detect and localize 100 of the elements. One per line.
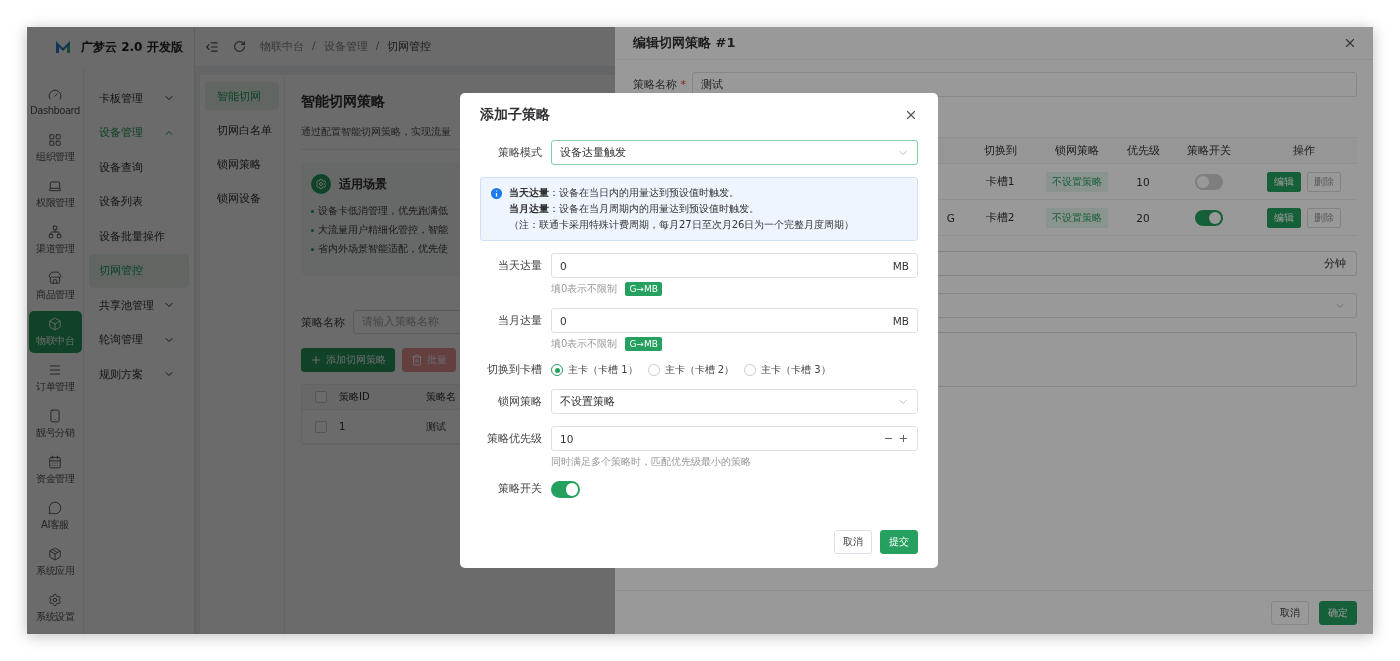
box-icon (48, 316, 62, 331)
scenario-text: 省内外场景智能适配，优先使 (318, 242, 448, 256)
edit-button[interactable]: 编辑 (1266, 171, 1301, 192)
menu-item[interactable]: 切网管控 (89, 253, 189, 288)
menu-group[interactable]: 设备管理 (89, 115, 189, 150)
grid-icon (48, 132, 62, 147)
table-cell-text: 卡槽1 (984, 174, 1016, 189)
field-label: 策略优先级 (486, 431, 542, 446)
radio-option[interactable]: 主卡（卡槽 3） (744, 363, 831, 377)
hint-text: 填0表示不限制 (551, 337, 618, 351)
table-cell: G (946, 211, 955, 224)
info-icon (489, 186, 504, 201)
calendar-icon (48, 454, 62, 469)
table-cell: 测试 (426, 419, 446, 434)
add-button[interactable]: 添加切网策略 (301, 348, 395, 372)
side-tab[interactable]: 锁网设备 (205, 184, 279, 212)
menu-item[interactable]: 设备批量操作 (89, 219, 189, 254)
input-field[interactable]: 0 MB (551, 253, 918, 278)
unit-label: MB (892, 259, 909, 272)
policy-tag: 不设置策略 (1045, 207, 1108, 228)
side-tab[interactable]: 智能切网 (205, 82, 279, 110)
required-mark: * (680, 78, 686, 91)
bullet-dot (311, 228, 314, 232)
nav-item[interactable]: 物联中台 (28, 311, 82, 353)
menu-group[interactable]: 卡板管理 (89, 81, 189, 116)
menu-collapse-icon[interactable] (205, 39, 219, 54)
plus-icon (310, 354, 322, 366)
table-cell-text: 卡槽2 (984, 210, 1016, 225)
edit-button[interactable]: 编辑 (1266, 207, 1301, 228)
cancel-button[interactable]: 取消 (1271, 600, 1309, 625)
table-cell: 1 (339, 421, 346, 432)
side-tab[interactable]: 切网白名单 (205, 116, 279, 144)
submit-button[interactable]: 提交 (880, 530, 918, 554)
number-input[interactable]: 10 (551, 426, 918, 451)
toggle-switch[interactable] (551, 481, 581, 498)
refresh-icon[interactable] (233, 40, 246, 53)
convert-button[interactable]: G→MB (625, 337, 662, 351)
side-tab[interactable]: 锁网策略 (205, 150, 279, 178)
package-icon (48, 546, 62, 561)
unit-label: MB (892, 314, 909, 327)
field-label: 当天达量 (497, 258, 542, 273)
nav-item[interactable]: Dashboard (28, 81, 82, 123)
logo-icon (55, 40, 71, 54)
chat-bubble-icon (48, 500, 62, 515)
hint-text: 填0表示不限制 (551, 282, 618, 296)
alert-text: （注：联通卡采用特殊计费周期，每月27日至次月26日为一个完整月度周期） (509, 218, 855, 232)
confirm-button[interactable]: 确定 (1319, 600, 1357, 625)
nav-item[interactable]: AI客服 (28, 495, 82, 537)
bullet-dot (311, 209, 314, 213)
plus-icon[interactable] (898, 433, 909, 444)
column-header: 策略ID (339, 390, 370, 404)
phone-icon (48, 408, 62, 423)
network-icon (48, 224, 62, 239)
menu-group[interactable]: 规则方案 (89, 357, 189, 392)
table-cell-text: 10 (1135, 175, 1151, 188)
nav-item[interactable]: 靓号分销 (28, 403, 82, 445)
close-icon[interactable] (1343, 36, 1357, 50)
gear-icon (48, 592, 62, 607)
scenario-text: 大流量用户精细化管控，智能 (318, 223, 448, 237)
list-icon (48, 362, 62, 377)
table-cell-text: 20 (1135, 211, 1151, 224)
breadcrumb-separator: / (375, 39, 380, 54)
select-field[interactable]: 设备达量触发 (551, 140, 918, 165)
column-header: 策略名 (426, 390, 456, 404)
trash-icon (411, 354, 423, 366)
toggle-switch[interactable] (1195, 209, 1223, 226)
scenario-text: 设备卡低消管理，优先跑满低 (318, 204, 448, 218)
nav-item[interactable]: 渠道管理 (28, 219, 82, 261)
field-label: 策略开关 (497, 482, 542, 497)
field-label: 切换到卡槽 (486, 363, 542, 377)
field-label: 策略名称 * (633, 77, 686, 92)
alert-text: 当月达量：设备在当月周期内的用量达到预设值时触发。 (509, 202, 760, 216)
nav-item[interactable]: 系统应用 (28, 541, 82, 583)
app-title: 广梦云 2.0 开发版 (81, 38, 183, 56)
field-label: 当月达量 (497, 313, 542, 328)
menu-item[interactable]: 设备查询 (89, 150, 189, 185)
menu-group[interactable]: 轮询管理 (89, 322, 189, 357)
close-icon[interactable] (904, 108, 918, 122)
nav-item[interactable]: 组织管理 (28, 127, 82, 169)
nav-item[interactable]: 权限管理 (28, 173, 82, 215)
policy-tag: 不设置策略 (1045, 171, 1108, 192)
dialog-title: 添加子策略 (480, 106, 550, 124)
select-field[interactable]: 不设置策略 (551, 389, 918, 414)
input-field[interactable]: 0 MB (551, 308, 918, 333)
radio-option[interactable]: 主卡（卡槽 2） (647, 363, 735, 377)
toggle-switch[interactable] (1195, 173, 1223, 190)
store-icon (48, 270, 62, 285)
menu-group[interactable]: 共享池管理 (89, 288, 189, 323)
gauge-icon (48, 88, 62, 102)
filter-label: 策略名称 (301, 314, 345, 330)
menu-item[interactable]: 设备列表 (89, 184, 189, 219)
nav-item[interactable]: 资金管理 (28, 449, 82, 491)
card-title: 适用场景 (339, 175, 387, 193)
cancel-button[interactable]: 取消 (834, 530, 872, 554)
breadcrumb-link[interactable]: 切网管控 (387, 39, 432, 54)
radio-option[interactable]: 主卡（卡槽 1） (551, 363, 638, 377)
breadcrumb-separator: / (312, 39, 316, 54)
bullet-dot (311, 247, 314, 251)
unit-label: 分钟 (1324, 256, 1346, 271)
convert-button[interactable]: G→MB (625, 282, 662, 296)
